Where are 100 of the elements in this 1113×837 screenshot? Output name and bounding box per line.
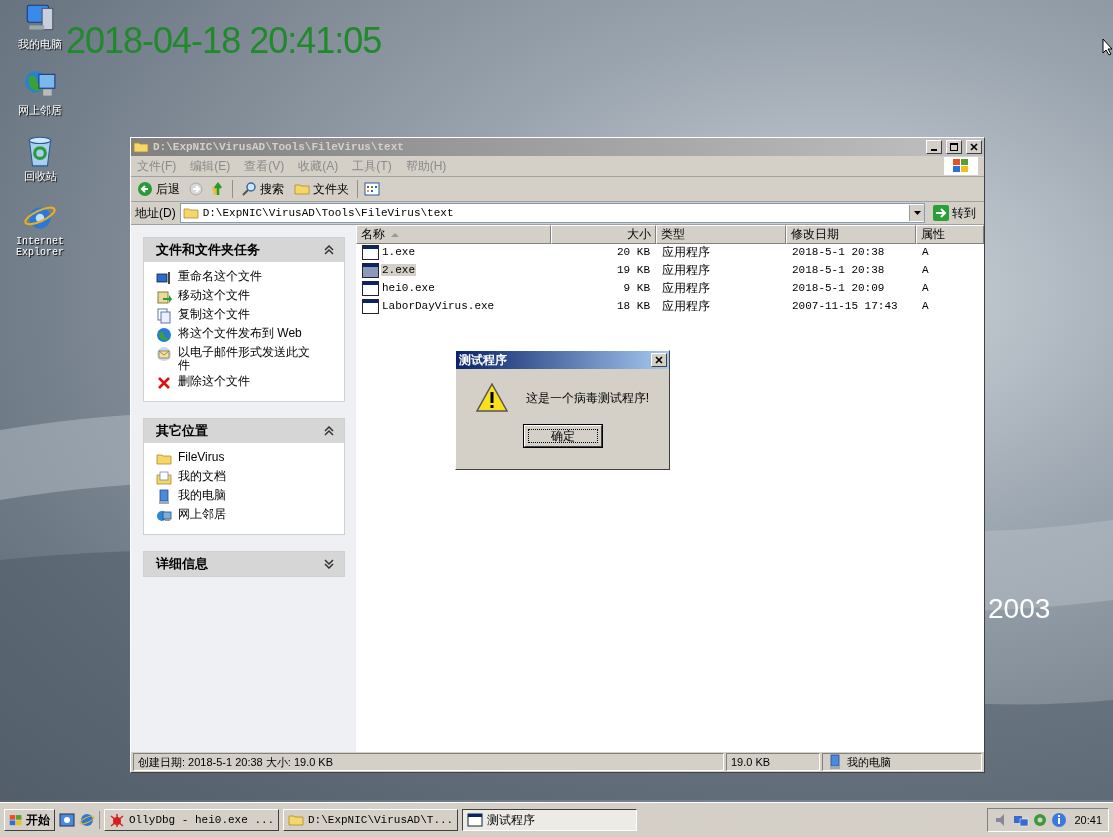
dialog-message: 这是一个病毒测试程序! xyxy=(525,389,650,407)
windows-flag-icon xyxy=(944,157,978,175)
clock: 20:41 xyxy=(1074,814,1102,826)
executable-icon xyxy=(362,244,379,260)
file-type: 应用程序 xyxy=(661,297,711,315)
window-title: D:\ExpNIC\VirusAD\Tools\FileVirus\text xyxy=(153,141,405,153)
file-attributes: A xyxy=(921,300,930,312)
desktop-icon-label[interactable]: 我的电脑 xyxy=(18,38,62,51)
task-link[interactable]: 重命名这个文件 xyxy=(178,270,318,284)
file-name[interactable]: LaborDayVirus.exe xyxy=(381,300,496,312)
dropdown-icon[interactable] xyxy=(909,205,924,221)
executable-icon xyxy=(362,280,379,296)
file-name[interactable]: 1.exe xyxy=(381,246,416,258)
collapse-icon[interactable] xyxy=(324,426,334,437)
taskbar-button[interactable]: D:\ExpNIC\VirusAD\T... xyxy=(283,809,458,831)
cursor-icon xyxy=(1102,38,1113,56)
warning-icon xyxy=(475,383,508,413)
copy-icon xyxy=(156,308,172,324)
rename-icon xyxy=(156,270,172,286)
file-size: 18 KB xyxy=(616,300,651,312)
desktop-shortcut-icon[interactable] xyxy=(59,812,75,828)
go-button[interactable]: 转到 xyxy=(929,204,980,222)
modified-date: 2018-5-1 20:38 xyxy=(791,246,886,258)
taskbar-button[interactable]: 测试程序 xyxy=(462,809,637,831)
address-label: 地址(D) xyxy=(135,204,176,222)
expand-icon[interactable] xyxy=(324,559,334,570)
task-link[interactable]: 以电子邮件形式发送此文件 xyxy=(178,346,318,373)
file-size: 19 KB xyxy=(616,264,651,276)
computer-icon xyxy=(827,754,843,770)
minimize-button[interactable] xyxy=(926,140,942,154)
column-header[interactable]: 大小 xyxy=(551,225,656,244)
arrow-right-icon xyxy=(933,205,949,221)
folder-icon xyxy=(133,139,149,155)
file-type: 应用程序 xyxy=(661,261,711,279)
modified-date: 2018-5-1 20:38 xyxy=(791,264,886,276)
task-link[interactable]: 将这个文件发布到 Web xyxy=(178,327,318,341)
file-type: 应用程序 xyxy=(661,243,711,261)
task-link[interactable]: 网上邻居 xyxy=(178,508,318,522)
search-button[interactable]: 搜索 xyxy=(239,180,286,198)
desktop-icon-label[interactable]: 回收站 xyxy=(23,170,57,183)
task-link[interactable]: FileVirus xyxy=(178,451,318,465)
windows-flag-icon xyxy=(9,813,23,827)
timestamp-overlay: 2018-04-18 20:41:05 xyxy=(66,20,382,62)
envelope-icon xyxy=(156,346,172,362)
file-name[interactable]: hei0.exe xyxy=(381,282,436,294)
panel-title[interactable]: 其它位置 xyxy=(156,422,208,441)
task-link[interactable]: 我的电脑 xyxy=(178,489,318,503)
folders-button[interactable]: 文件夹 xyxy=(292,180,351,198)
file-name[interactable]: 2.exe xyxy=(381,264,416,276)
documents-icon xyxy=(156,470,172,487)
file-size: 9 KB xyxy=(622,282,651,294)
file-attributes: A xyxy=(921,246,930,258)
task-link[interactable]: 移动这个文件 xyxy=(178,289,318,303)
collapse-icon[interactable] xyxy=(324,245,334,255)
taskbar-button[interactable]: OllyDbg - hei0.exe ... xyxy=(104,809,279,831)
file-type: 应用程序 xyxy=(661,279,711,297)
folder-icon xyxy=(294,181,310,197)
address-field[interactable]: D:\ExpNIC\VirusAD\Tools\FileVirus\text xyxy=(179,203,925,223)
file-attributes: A xyxy=(921,282,930,294)
window-icon xyxy=(467,812,483,828)
start-button[interactable]: 开始 xyxy=(4,809,55,831)
modified-date: 2007-11-15 17:43 xyxy=(791,300,899,312)
sort-arrow-icon xyxy=(391,232,399,237)
panel-title[interactable]: 详细信息 xyxy=(156,555,208,574)
modified-date: 2018-5-1 20:09 xyxy=(791,282,886,294)
column-header[interactable]: 修改日期 xyxy=(786,225,916,244)
status-zone: 我的电脑 xyxy=(847,754,891,770)
dialog-title: 测试程序 xyxy=(459,351,507,369)
task-link[interactable]: 删除这个文件 xyxy=(178,375,318,389)
executable-icon xyxy=(362,262,379,278)
executable-icon xyxy=(362,298,379,314)
maximize-button[interactable] xyxy=(946,140,962,154)
ok-button[interactable]: 确定 xyxy=(523,425,602,447)
close-icon xyxy=(970,143,978,151)
file-size: 20 KB xyxy=(616,246,651,258)
task-link[interactable]: 我的文档 xyxy=(178,470,318,484)
back-button[interactable]: 后退 xyxy=(135,180,182,198)
desktop-icon-label[interactable]: Internet Explorer xyxy=(8,236,72,259)
close-button[interactable] xyxy=(966,140,982,154)
column-header[interactable]: 类型 xyxy=(656,225,786,244)
task-link[interactable]: 复制这个文件 xyxy=(178,308,318,322)
status-details: 创建日期: 2018-5-1 20:38 大小: 19.0 KB xyxy=(133,753,724,771)
maximize-icon xyxy=(950,143,958,151)
folder-icon xyxy=(182,205,199,221)
wallpaper-text: 2003 xyxy=(988,593,1051,625)
folder-icon xyxy=(288,812,304,828)
column-header[interactable]: 属性 xyxy=(916,225,984,244)
close-button[interactable] xyxy=(651,353,667,367)
computer-icon xyxy=(156,489,172,506)
views-icon[interactable] xyxy=(364,181,380,197)
browser-icon[interactable] xyxy=(79,812,95,828)
file-attributes: A xyxy=(921,264,930,276)
bug-icon xyxy=(109,812,125,828)
folder-icon xyxy=(156,451,172,468)
info-icon[interactable] xyxy=(1051,812,1068,828)
search-icon xyxy=(241,181,257,197)
status-size: 19.0 KB xyxy=(726,753,820,771)
globe-icon xyxy=(156,327,172,343)
desktop-icon-label[interactable]: 网上邻居 xyxy=(18,104,62,117)
column-header[interactable]: 名称 xyxy=(356,225,551,244)
